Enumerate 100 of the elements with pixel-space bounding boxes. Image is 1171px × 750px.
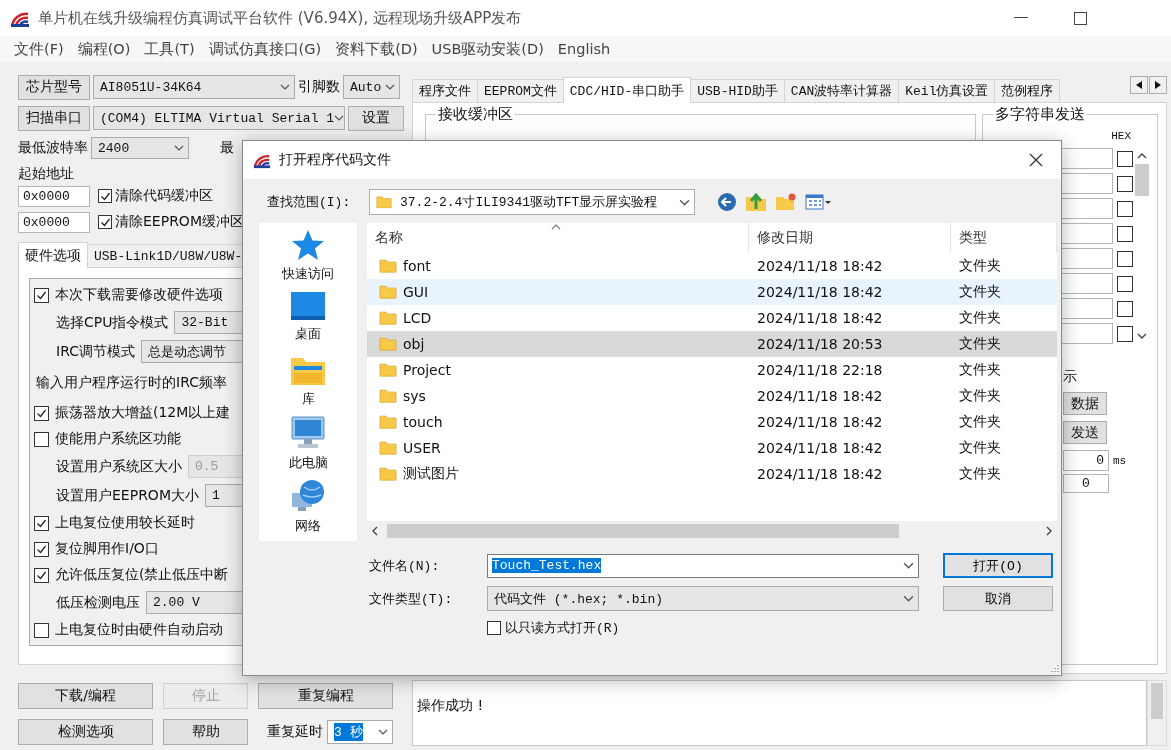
menu-item[interactable]: 资料下载(D) (335, 39, 418, 59)
place-label[interactable]: 网络 (295, 516, 321, 535)
checkbox-label: 清除代码缓冲区 (115, 187, 213, 205)
place-label[interactable]: 此电脑 (288, 454, 328, 473)
chevron-right-icon[interactable] (1045, 526, 1053, 536)
action-button[interactable]: 帮助 (163, 719, 248, 745)
file-row[interactable]: GUI 2024/11/18 18:42 文件夹 (367, 279, 1057, 305)
checkbox[interactable] (34, 567, 49, 583)
menu-item[interactable]: 文件(F) (14, 39, 64, 59)
checkbox[interactable] (487, 621, 501, 635)
file-row[interactable]: touch 2024/11/18 18:42 文件夹 (367, 409, 1057, 435)
open-button[interactable]: 打开(O) (943, 553, 1053, 578)
group-title: 接收缓冲区 (437, 105, 514, 124)
log-message: 操作成功 ! (417, 697, 484, 713)
menu-item[interactable]: 调试仿真接口(G) (208, 39, 322, 59)
checkbox[interactable] (34, 622, 49, 638)
column-header[interactable]: 名称 (367, 223, 749, 253)
settings-button[interactable]: 设置 (348, 105, 404, 131)
chip-model-button[interactable]: 芯片型号 (18, 74, 90, 100)
send-button[interactable]: 数据 (1063, 392, 1107, 415)
folder-icon (379, 414, 397, 430)
checkbox[interactable] (1117, 150, 1133, 167)
dropdown[interactable]: AI8051U-34K64 (93, 75, 295, 99)
address-field[interactable]: 0x0000 (18, 211, 90, 233)
modified-date: 2024/11/18 18:42 (756, 284, 884, 300)
file-name: Project (403, 362, 451, 378)
folder-icon (379, 336, 397, 352)
tab[interactable]: 程序文件 (412, 79, 478, 102)
column-header[interactable]: 类型 (951, 223, 1057, 253)
folder-icon (379, 362, 397, 378)
view-menu-icon[interactable] (805, 193, 831, 211)
chevron-left-icon[interactable] (371, 526, 379, 536)
tab[interactable]: 范例程序 (994, 79, 1061, 102)
dropdown[interactable]: Auto (343, 75, 400, 99)
resize-grip-icon[interactable] (1049, 663, 1059, 673)
place-label[interactable]: 库 (301, 389, 315, 408)
checkbox[interactable] (34, 431, 49, 447)
maximize-icon[interactable] (1074, 11, 1087, 25)
file-row[interactable]: font 2024/11/18 18:42 文件夹 (367, 253, 1057, 279)
file-type: 文件夹 (958, 465, 1002, 483)
action-button[interactable]: 重复编程 (258, 683, 393, 709)
checkbox[interactable] (1117, 250, 1133, 267)
file-row[interactable]: LCD 2024/11/18 18:42 文件夹 (367, 305, 1057, 331)
checkbox-label: 允许低压复位(禁止低压中断 (55, 566, 229, 584)
dropdown[interactable]: 3 秒 (327, 720, 393, 744)
computer-icon (290, 416, 326, 451)
look-in-dropdown[interactable]: 37.2-2.4寸ILI9341驱动TFT显示屏实验程 (369, 189, 695, 215)
interval-field[interactable]: 0 (1063, 450, 1109, 471)
dropdown[interactable]: (COM4) ELTIMA Virtual Serial 1 (93, 106, 345, 130)
menu-item[interactable]: 编程(O) (77, 39, 131, 59)
checkbox[interactable] (34, 515, 49, 531)
checkbox[interactable] (1117, 300, 1133, 317)
tab[interactable]: CDC/HID-串口助手 (562, 77, 692, 103)
globe-icon (290, 478, 326, 513)
file-name: font (403, 258, 431, 274)
scrollbar-thumb[interactable] (387, 524, 899, 538)
scrollbar-thumb[interactable] (1135, 164, 1149, 196)
chevron-up-icon[interactable] (1137, 152, 1147, 160)
scan-port-button[interactable]: 扫描串口 (18, 105, 90, 131)
address-field[interactable]: 0x0000 (18, 185, 90, 207)
menu-item[interactable]: USB驱动安装(D) (431, 39, 544, 59)
min-baud-label: 最低波特率 (18, 139, 88, 157)
place-label[interactable]: 快速访问 (282, 265, 334, 283)
triangle-left-icon (1136, 81, 1142, 89)
checkbox[interactable] (1117, 175, 1133, 192)
file-type-dropdown[interactable]: 代码文件 (*.hex; *.bin) (487, 586, 919, 611)
checkbox[interactable] (1117, 200, 1133, 217)
file-row[interactable]: 测试图片 2024/11/18 18:42 文件夹 (367, 461, 1057, 487)
column-header[interactable]: 修改日期 (749, 223, 951, 253)
file-row[interactable]: USER 2024/11/18 18:42 文件夹 (367, 435, 1057, 461)
count-field[interactable]: 0 (1063, 474, 1109, 493)
checkbox[interactable] (34, 541, 49, 557)
action-button[interactable]: 检测选项 (18, 719, 153, 745)
file-row[interactable]: Project 2024/11/18 22:18 文件夹 (367, 357, 1057, 383)
repeat-delay-label: 重复延时 (267, 723, 323, 741)
checkbox[interactable] (98, 189, 112, 203)
up-folder-icon[interactable] (745, 191, 767, 213)
send-button[interactable]: 发送 (1063, 421, 1107, 444)
file-name-field[interactable]: Touch_Test.hex (487, 553, 919, 578)
menu-item[interactable]: 工具(T) (144, 39, 195, 59)
new-folder-icon[interactable] (775, 192, 797, 212)
checkbox[interactable] (1117, 275, 1133, 292)
checkbox[interactable] (1117, 225, 1133, 242)
tab[interactable]: 硬件选项 (18, 242, 88, 268)
action-button[interactable]: 下载/编程 (18, 683, 153, 709)
menu-item[interactable]: English (557, 41, 611, 57)
checkbox[interactable] (34, 405, 49, 421)
checkbox[interactable] (34, 287, 49, 303)
checkbox[interactable] (98, 215, 112, 229)
cancel-button[interactable]: 取消 (943, 586, 1053, 611)
scroll-left-button[interactable] (1130, 76, 1148, 94)
minimize-icon[interactable] (1014, 17, 1028, 19)
file-row[interactable]: sys 2024/11/18 18:42 文件夹 (367, 383, 1057, 409)
close-icon[interactable] (1029, 153, 1043, 167)
scroll-right-button[interactable] (1149, 76, 1167, 94)
back-icon[interactable] (717, 192, 737, 212)
checkbox[interactable] (1117, 325, 1133, 342)
dropdown[interactable]: 2400 (91, 137, 189, 159)
file-row[interactable]: obj 2024/11/18 20:53 文件夹 (367, 331, 1057, 357)
chevron-down-icon[interactable] (1137, 332, 1147, 340)
